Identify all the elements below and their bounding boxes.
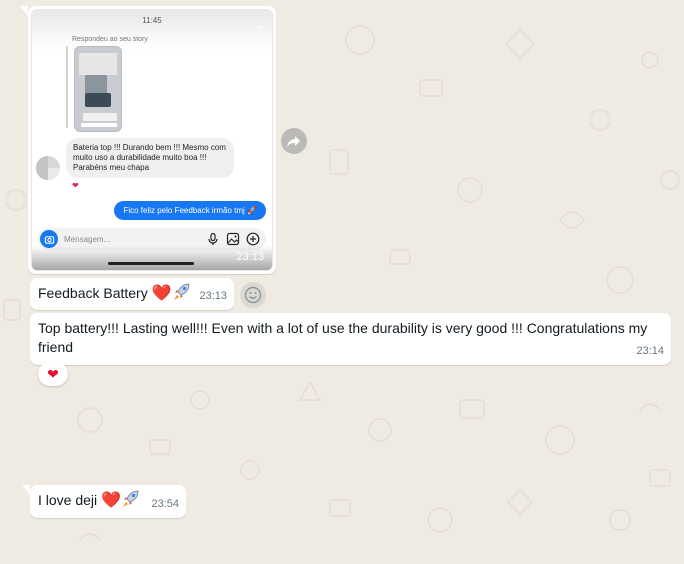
message-bubble[interactable]: I love deji ❤️ 23:54	[22, 485, 186, 518]
composer-placeholder: Mensagem...	[64, 234, 111, 244]
screenshot-clock: 11:45	[142, 16, 162, 25]
message-text: Top battery!!! Lasting well!!! Even with…	[38, 320, 648, 355]
message-bubble[interactable]: Top battery!!! Lasting well!!! Even with…	[30, 313, 671, 365]
forward-arrow-icon	[287, 136, 300, 147]
message-time: 23:14	[636, 345, 664, 357]
heart-emoji: ❤️	[101, 492, 121, 509]
image-message[interactable]: 11:45 ⌄ Respondeu ao seu story Bateria t…	[20, 6, 276, 274]
instagram-screenshot[interactable]: 11:45 ⌄ Respondeu ao seu story Bateria t…	[31, 9, 273, 271]
message-bubble[interactable]: Feedback Battery ❤️ 23:13	[30, 278, 234, 310]
microphone-icon	[208, 232, 218, 245]
heart-emoji: ❤️	[151, 285, 172, 302]
avatar	[36, 156, 60, 180]
rocket-icon	[173, 283, 189, 300]
chevron-down-icon: ⌄	[255, 18, 266, 32]
react-button[interactable]	[240, 282, 266, 308]
message-time: 23:13	[236, 251, 264, 263]
reply-quote-bar	[66, 46, 68, 128]
story-thumbnail	[74, 46, 122, 132]
message-text: I love deji	[38, 492, 98, 508]
message-time: 23:54	[151, 498, 179, 510]
heart-reaction-badge[interactable]: ❤	[38, 362, 68, 386]
screenshot-outgoing-message: Fico feliz pelo Feedback irmão tmj 🚀	[114, 201, 266, 220]
image-icon	[226, 232, 240, 246]
message-time: 23:13	[199, 290, 227, 302]
screenshot-incoming-message: Bateria top !!! Durando bem !!! Mesmo co…	[66, 138, 234, 178]
plus-circle-icon	[246, 232, 260, 246]
chat-panel: 11:45 ⌄ Respondeu ao seu story Bateria t…	[0, 0, 684, 564]
message-text: Feedback Battery	[38, 285, 148, 301]
rocket-icon	[122, 490, 139, 507]
forward-button[interactable]	[281, 128, 307, 154]
story-reply-label: Respondeu ao seu story	[72, 36, 148, 43]
heart-reaction-icon: ❤	[70, 181, 81, 190]
emoji-smile-icon	[244, 286, 262, 304]
home-indicator	[108, 262, 194, 265]
